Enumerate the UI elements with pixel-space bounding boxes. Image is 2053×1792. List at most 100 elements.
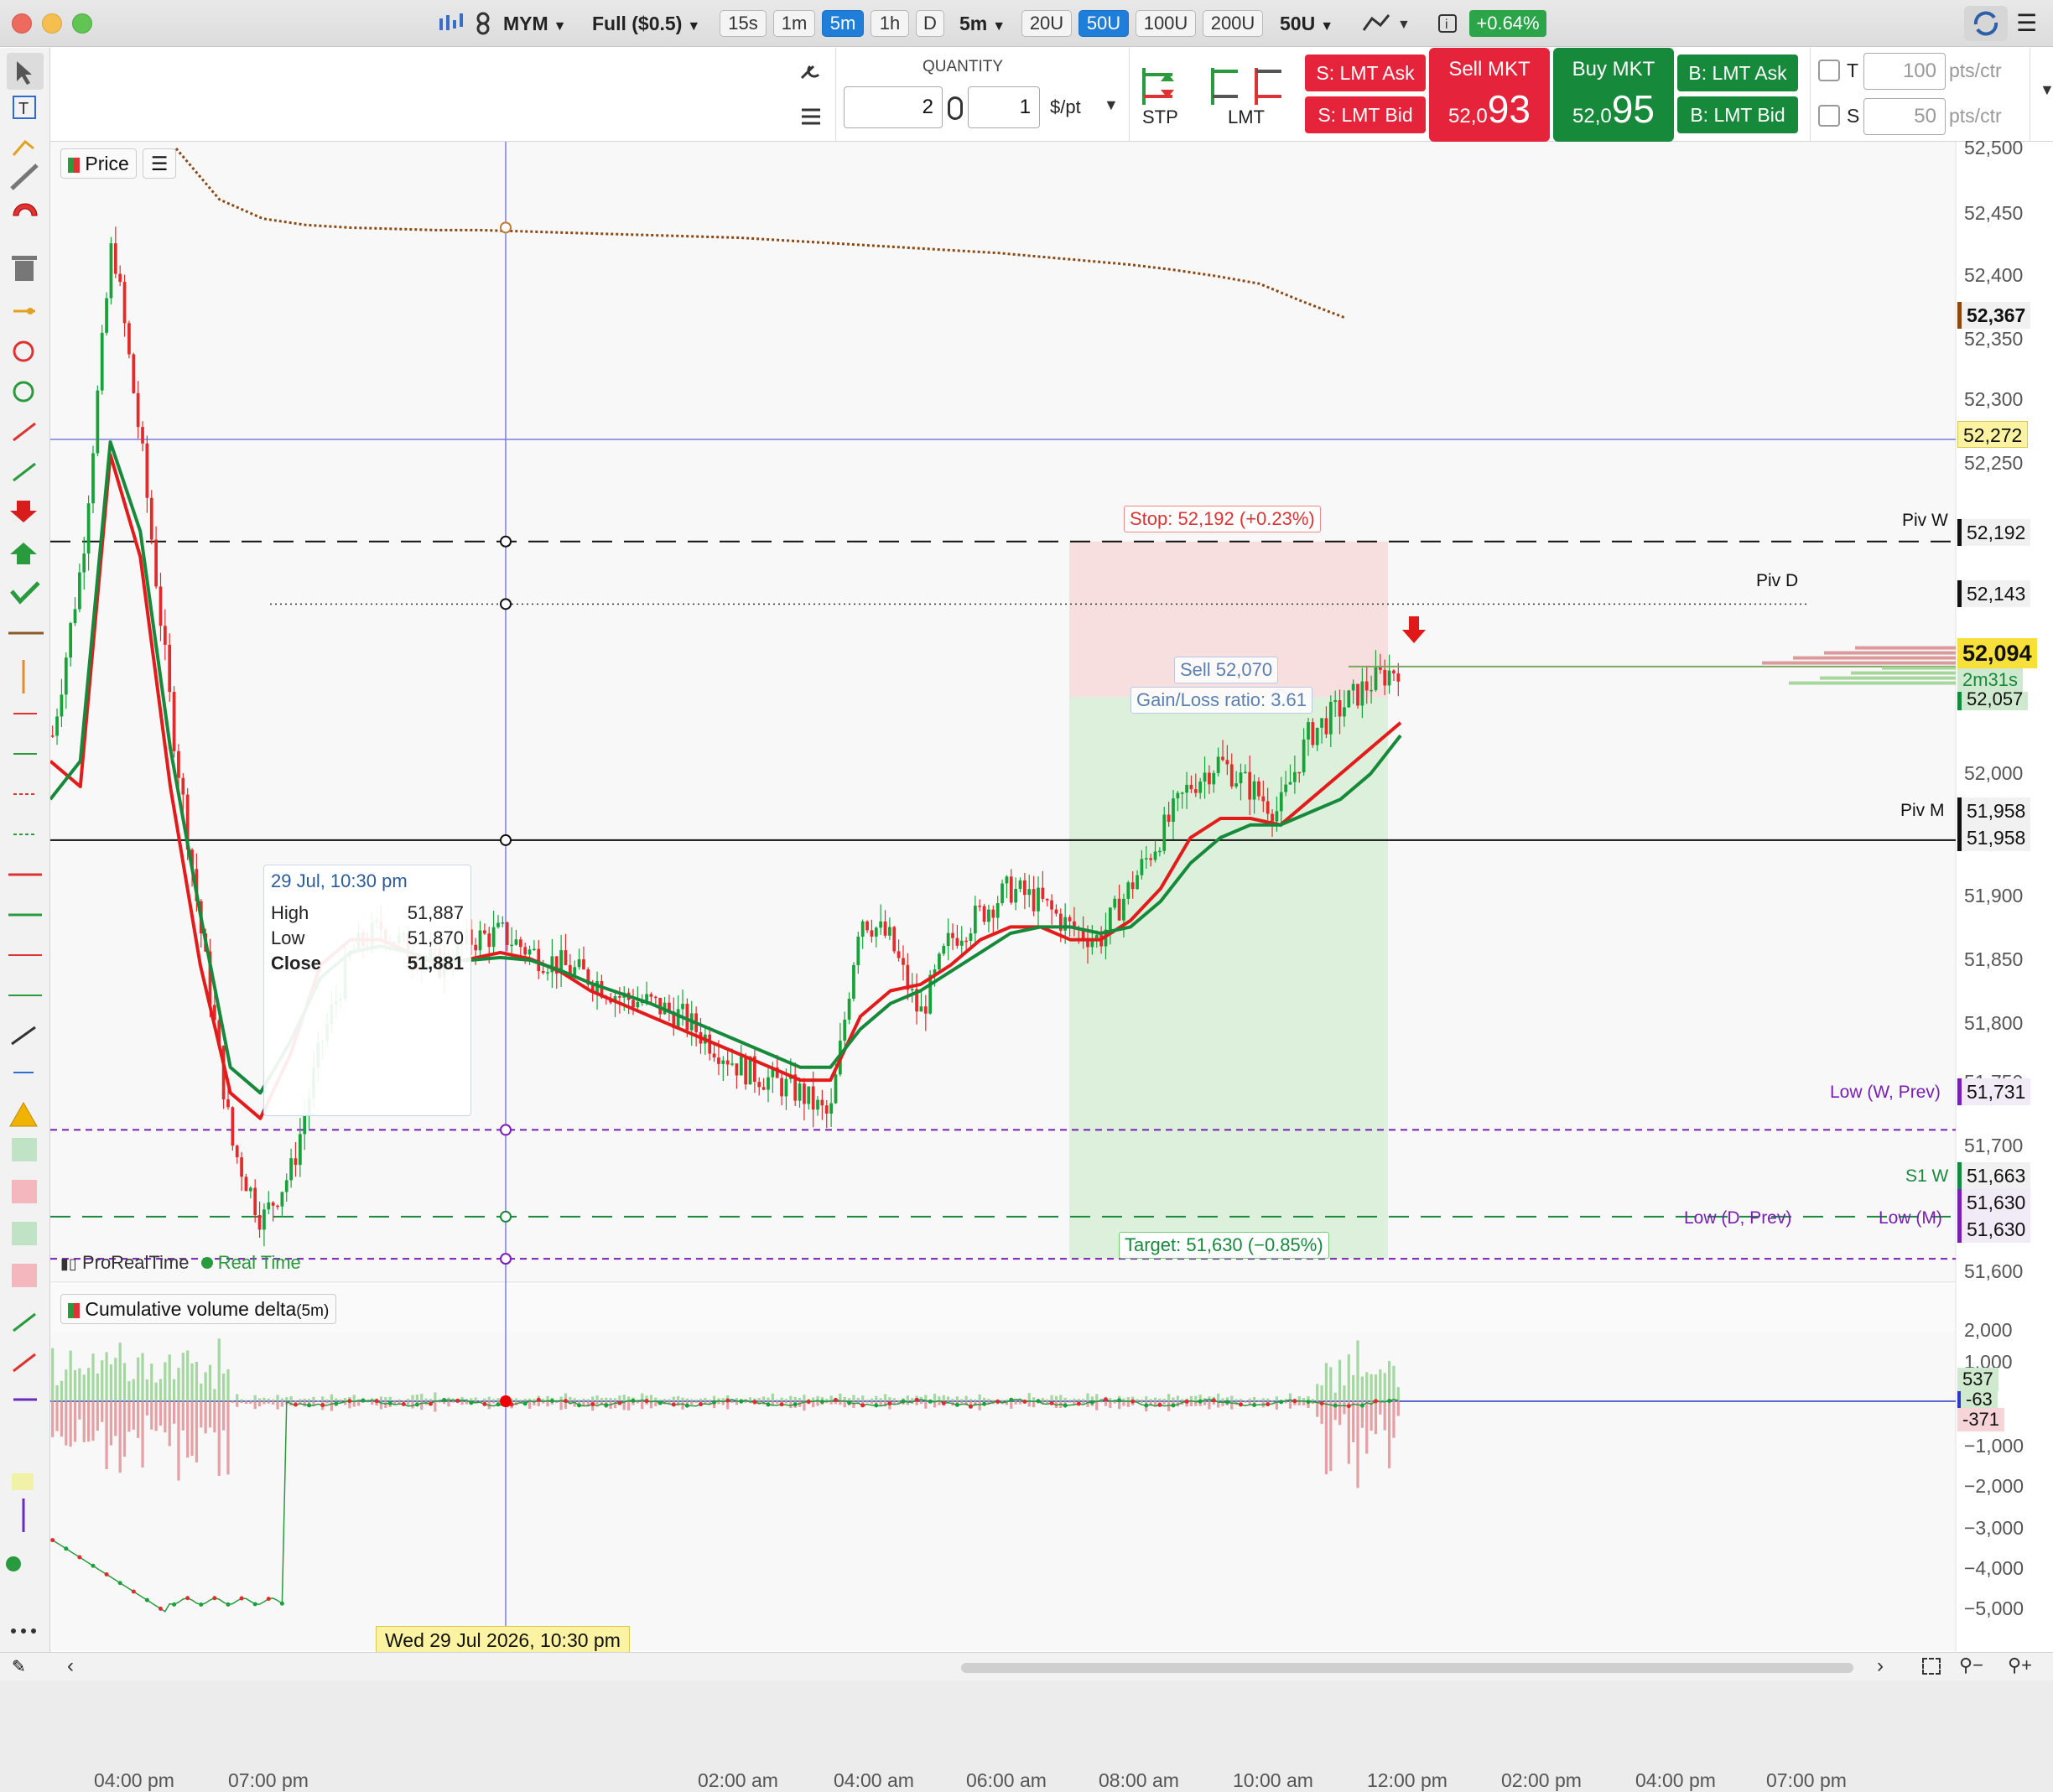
horizontal-scrollbar[interactable]: [961, 1663, 1853, 1673]
level-anchor: [500, 535, 512, 548]
target-level-label[interactable]: Target: 51,630 (−0.85%): [1119, 1232, 1329, 1259]
buy-limit-ask-button[interactable]: B: LMT Ask: [1677, 55, 1798, 91]
cvd-point: [887, 1401, 892, 1406]
cvd-bar: [55, 1401, 59, 1431]
contract-select[interactable]: Full ($0.5) ▼: [592, 10, 700, 37]
cvd-bar: [200, 1401, 203, 1428]
scroll-left-icon[interactable]: ‹: [67, 1654, 74, 1678]
tf-5m[interactable]: 5m: [822, 10, 864, 37]
unit-20u[interactable]: 20U: [1021, 10, 1072, 37]
cvd-bar: [573, 1398, 576, 1401]
settings-icon[interactable]: [795, 60, 825, 135]
sell-entry-label[interactable]: Sell 52,070: [1174, 657, 1279, 683]
unit-50u[interactable]: 50U: [1078, 10, 1129, 37]
cvd-bar: [384, 1397, 387, 1401]
quantity-input-left[interactable]: 2: [844, 86, 943, 128]
candle-body: [730, 1063, 734, 1065]
cvd-bar: [280, 1401, 283, 1407]
limit-order-icon[interactable]: [1204, 63, 1288, 110]
chevron-down-icon[interactable]: ▼: [1104, 96, 1119, 114]
candle-body: [177, 751, 180, 778]
stop-checkbox[interactable]: [1818, 105, 1840, 127]
stp-label[interactable]: STP: [1142, 106, 1178, 128]
target-points-input[interactable]: 100: [1863, 53, 1946, 90]
price-axis-label: 52,300: [1964, 388, 2024, 410]
unit-200u[interactable]: 200U: [1203, 10, 1263, 37]
symbol-select[interactable]: MYM ▼: [503, 10, 567, 37]
cvd-bar: [569, 1396, 572, 1401]
cvd-bar: [460, 1401, 464, 1405]
cvd-bar: [528, 1401, 532, 1410]
cvd-bar: [1333, 1392, 1337, 1401]
candle-body: [1239, 772, 1243, 784]
cvd-bar: [253, 1401, 257, 1410]
target-checkbox[interactable]: [1818, 60, 1840, 81]
buy-limit-bid-button[interactable]: B: LMT Bid: [1677, 96, 1798, 133]
cvd-bar: [478, 1400, 482, 1401]
sell-limit-ask-button[interactable]: S: LMT Ask: [1305, 55, 1426, 91]
chart-area[interactable]: Price ☰ ▮▯ ProRealTime Real Time Cumulat…: [50, 137, 2053, 1791]
cvd-bar: [222, 1373, 226, 1401]
zoom-in-icon[interactable]: ⚲+: [2008, 1654, 2032, 1676]
candles-icon[interactable]: [436, 10, 470, 37]
chevron-down-icon[interactable]: ▼: [2040, 81, 2053, 99]
pencil-icon[interactable]: ✎: [12, 1656, 26, 1677]
cvd-bar: [892, 1401, 896, 1404]
cvd-bar: [249, 1401, 252, 1404]
candle-body: [1275, 811, 1279, 822]
units-select[interactable]: 50U ▼: [1280, 10, 1333, 37]
stop-level-label[interactable]: Stop: 52,192 (+0.23%): [1124, 506, 1321, 532]
cvd-bar: [803, 1395, 806, 1401]
menu-icon[interactable]: ☰: [2016, 10, 2041, 37]
close-window-button[interactable]: [12, 13, 32, 34]
candle-body: [834, 1074, 838, 1104]
cvd-bar: [177, 1401, 180, 1481]
chart-style-icon[interactable]: ▼: [1360, 10, 1414, 37]
cvd-bar: [96, 1401, 99, 1431]
sync-icon[interactable]: [1964, 6, 2008, 41]
candle-body: [1172, 798, 1175, 823]
price-panel-button[interactable]: Price: [60, 148, 137, 179]
candle-body: [761, 1087, 766, 1090]
unit-100u[interactable]: 100U: [1136, 10, 1196, 37]
minimize-window-button[interactable]: [42, 13, 62, 34]
link-icon[interactable]: [475, 10, 491, 37]
indicator-list-icon[interactable]: ☰: [143, 148, 176, 179]
fit-screen-icon[interactable]: [1922, 1658, 1941, 1675]
candle-body: [1108, 907, 1112, 930]
cvd-bar: [262, 1401, 266, 1405]
cvd-bar: [942, 1395, 945, 1401]
sell-limit-bid-button[interactable]: S: LMT Bid: [1305, 96, 1426, 133]
cvd-bar: [299, 1399, 302, 1401]
quantity-input-right[interactable]: 1: [968, 86, 1040, 128]
cvd-bar: [159, 1401, 163, 1426]
cvd-panel-button[interactable]: Cumulative volume delta(5m): [60, 1294, 337, 1324]
cvd-bar: [1244, 1401, 1247, 1403]
cvd-bar: [253, 1395, 257, 1401]
cvd-bar: [685, 1398, 689, 1401]
period-select[interactable]: 5m ▼: [959, 10, 1006, 37]
stop-order-icon[interactable]: [1136, 63, 1181, 110]
maximize-window-button[interactable]: [72, 13, 92, 34]
qty-link-icon[interactable]: [948, 96, 963, 120]
scroll-right-icon[interactable]: ›: [1877, 1654, 1884, 1678]
candle-body: [172, 692, 176, 751]
cvd-point: [428, 1401, 433, 1406]
cvd-bar: [708, 1400, 711, 1401]
stop-points-input[interactable]: 50: [1863, 98, 1946, 135]
lmt-label[interactable]: LMT: [1228, 106, 1265, 128]
info-icon[interactable]: i: [1437, 10, 1458, 37]
tf-15s[interactable]: 15s: [720, 10, 767, 37]
tf-d[interactable]: D: [916, 10, 944, 37]
candle-body: [1050, 900, 1053, 910]
cvd-crosshair-dot: [500, 1395, 512, 1407]
buy-market-button[interactable]: Buy MKT 52,095: [1553, 48, 1674, 142]
tf-1m[interactable]: 1m: [773, 10, 815, 37]
candle-body: [843, 1019, 847, 1041]
zoom-out-icon[interactable]: ⚲−: [1959, 1654, 1983, 1676]
cvd-bar: [1208, 1401, 1211, 1410]
time-axis-label: 12:00 pm: [1367, 1769, 1447, 1791]
cvd-bar: [164, 1401, 167, 1433]
sell-market-button[interactable]: Sell MKT 52,093: [1429, 48, 1550, 142]
tf-1h[interactable]: 1h: [871, 10, 909, 37]
